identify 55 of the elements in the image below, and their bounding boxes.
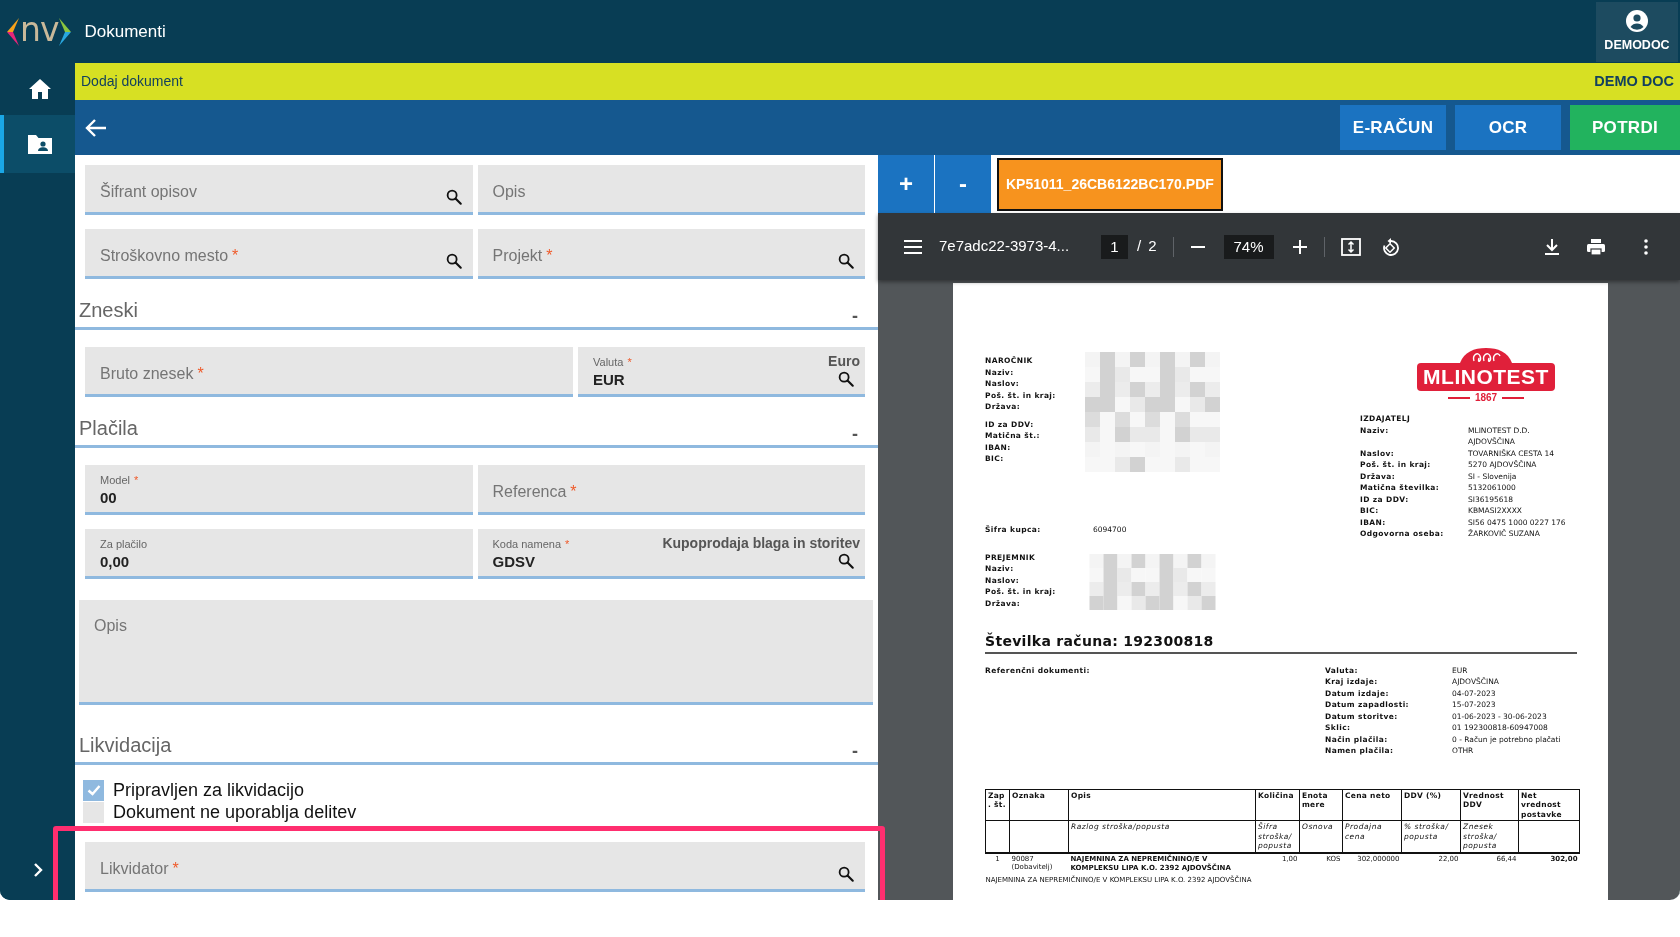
text-area[interactable]: Opis xyxy=(79,600,873,705)
search-field[interactable]: Koda namena * GDSV Kupoprodaja blaga in storitev xyxy=(477,529,865,579)
checkbox-label: Dokument ne uporablja delitev xyxy=(113,800,357,824)
input-field[interactable]: Bruto znesek * xyxy=(85,347,573,397)
page-separator: / xyxy=(1137,236,1142,257)
logo-year: 1867 xyxy=(1474,391,1498,405)
collapse-button[interactable]: - xyxy=(852,307,858,325)
add-button[interactable]: + xyxy=(878,155,935,213)
input-field[interactable]: Opis xyxy=(477,165,865,215)
chevron-right-icon[interactable] xyxy=(32,862,43,878)
checkbox[interactable] xyxy=(83,779,104,801)
toolbar-button[interactable]: OCR xyxy=(1455,105,1561,150)
invoice-number: Številka računa: 192300818 xyxy=(985,631,1577,654)
sidebar-item[interactable] xyxy=(0,115,75,173)
section-title: Zneski xyxy=(79,298,138,323)
checkbox-label: Pripravljen za likvidacijo xyxy=(113,778,305,802)
zoom-in-icon[interactable] xyxy=(1291,238,1308,255)
search-field[interactable]: Projekt * xyxy=(477,229,865,279)
download-icon[interactable] xyxy=(1544,237,1560,256)
company-name: DEMO DOC xyxy=(1594,71,1674,91)
menu-icon[interactable] xyxy=(903,238,923,255)
zoom-out-icon[interactable] xyxy=(1189,244,1206,249)
user-button[interactable]: DEMODOC xyxy=(1596,1,1678,62)
search-field[interactable]: Stroškovno mesto * xyxy=(85,229,473,279)
page-number-field[interactable]: 1 xyxy=(1101,234,1128,259)
logo-text: nv xyxy=(20,13,59,46)
section-title: Plačila xyxy=(79,416,138,441)
home-icon xyxy=(27,78,52,100)
user-icon xyxy=(1625,8,1649,33)
section-title: Likvidacija xyxy=(79,733,172,758)
app-title: Dokumenti xyxy=(84,20,166,43)
folder-icon xyxy=(26,133,53,155)
search-field[interactable]: Valuta * EUR Euro xyxy=(578,347,865,397)
print-icon[interactable] xyxy=(1586,237,1606,256)
search-field[interactable]: Likvidator * xyxy=(85,842,865,892)
check-icon xyxy=(86,784,101,796)
toolbar-button[interactable]: POTRDI xyxy=(1570,105,1680,150)
search-field[interactable]: Šifrant opisov xyxy=(85,165,473,215)
back-button[interactable] xyxy=(85,117,107,138)
toolbar-button[interactable]: E-RAČUN xyxy=(1340,105,1446,150)
checkbox[interactable] xyxy=(83,801,104,823)
document-title: 7e7adc22-3973-4... xyxy=(939,236,1071,257)
page-count: 2 xyxy=(1148,236,1157,257)
input-field[interactable]: Model * 00 xyxy=(85,465,473,515)
zoom-field[interactable]: 74% xyxy=(1223,234,1274,259)
more-options-icon[interactable] xyxy=(1644,238,1648,255)
input-field[interactable]: Referenca * xyxy=(477,465,865,515)
collapse-button[interactable]: - xyxy=(852,425,858,443)
back-arrow-icon xyxy=(85,117,107,138)
fit-page-icon[interactable] xyxy=(1340,237,1361,256)
remove-button[interactable]: - xyxy=(935,155,992,213)
input-field[interactable]: Za plačilo 0,00 xyxy=(85,529,473,579)
rotate-icon[interactable] xyxy=(1380,236,1401,257)
collapse-button[interactable]: - xyxy=(852,742,858,760)
page-title: Dodaj dokument xyxy=(81,72,183,91)
